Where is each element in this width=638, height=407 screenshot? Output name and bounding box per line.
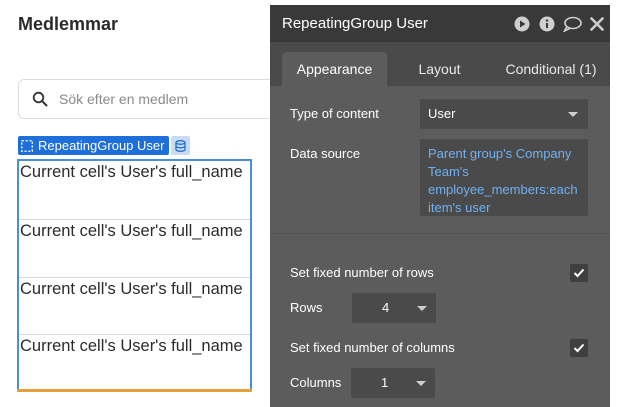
search-input[interactable] — [59, 89, 279, 109]
checkmark-icon — [573, 343, 585, 353]
repeating-group-cell[interactable]: Current cell's User's full_name — [19, 219, 250, 277]
comment-icon[interactable] — [563, 16, 582, 32]
rows-label: Rows — [290, 300, 323, 315]
rows-dropdown[interactable]: 4 — [352, 293, 436, 323]
tab-conditional[interactable]: Conditional (1) — [495, 52, 607, 86]
cell-full-name-text: Current cell's User's full_name — [20, 280, 243, 298]
selection-resize-edge[interactable] — [17, 389, 252, 392]
type-of-content-dropdown[interactable]: User — [420, 99, 588, 129]
chevron-down-icon — [568, 112, 578, 117]
play-icon[interactable] — [514, 16, 530, 32]
columns-label: Columns — [290, 375, 342, 390]
repeating-group-tag[interactable]: RepeatingGroup User — [18, 136, 170, 155]
repeating-group-cell[interactable]: Current cell's User's full_name — [19, 277, 250, 335]
repeating-group-cell[interactable]: Current cell's User's full_name — [19, 334, 250, 390]
fixed-rows-checkbox[interactable] — [570, 264, 588, 282]
checkmark-icon — [573, 268, 585, 278]
tab-layout[interactable]: Layout — [392, 52, 487, 86]
tab-bar: Appearance Layout Conditional (1) — [270, 42, 610, 86]
fixed-columns-label: Set fixed number of columns — [290, 340, 455, 355]
repeating-group-icon — [21, 139, 33, 152]
tab-appearance[interactable]: Appearance — [282, 52, 387, 86]
data-source-expression[interactable]: Parent group's Company Team's employee_m… — [420, 139, 588, 216]
repeating-group-tag-label: RepeatingGroup User — [38, 138, 165, 153]
cell-full-name-text: Current cell's User's full_name — [20, 337, 243, 355]
panel-header[interactable]: RepeatingGroup User — [270, 5, 610, 42]
database-icon — [175, 139, 186, 152]
repeating-group-cell[interactable]: Current cell's User's full_name — [19, 161, 250, 219]
type-of-content-label: Type of content — [290, 106, 379, 121]
columns-dropdown[interactable]: 1 — [351, 368, 435, 398]
chevron-down-icon — [417, 306, 427, 311]
database-button[interactable] — [171, 136, 190, 155]
close-icon[interactable] — [590, 16, 604, 32]
data-source-label: Data source — [290, 146, 361, 161]
columns-value: 1 — [381, 375, 389, 390]
property-editor-panel: RepeatingGroup User Appearance Layout Co… — [270, 5, 610, 407]
chevron-down-icon — [416, 381, 426, 386]
info-icon[interactable] — [539, 16, 555, 32]
panel-title: RepeatingGroup User — [282, 15, 428, 32]
page-title: Medlemmar — [18, 14, 119, 34]
repeating-group[interactable]: Current cell's User's full_name Current … — [17, 159, 252, 392]
cell-full-name-text: Current cell's User's full_name — [20, 222, 243, 240]
fixed-rows-label: Set fixed number of rows — [290, 265, 434, 280]
cell-full-name-text: Current cell's User's full_name — [20, 163, 243, 181]
search-icon — [32, 91, 48, 107]
fixed-columns-checkbox[interactable] — [570, 339, 588, 357]
rows-value: 4 — [382, 300, 390, 315]
type-of-content-value: User — [428, 106, 456, 121]
section-divider — [270, 233, 610, 234]
